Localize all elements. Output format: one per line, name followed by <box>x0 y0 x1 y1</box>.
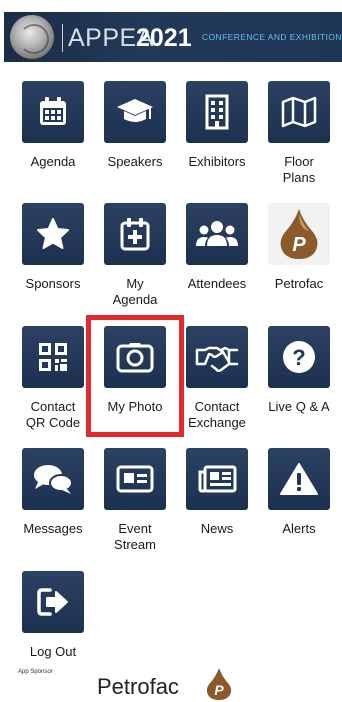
calendar-icon <box>22 81 84 143</box>
menu-item-sponsors[interactable]: Sponsors <box>12 203 94 292</box>
menu-item-label: News <box>200 521 234 536</box>
menu-item-event-stream[interactable]: Event Stream <box>94 448 176 553</box>
menu-item-contact-exchange[interactable]: Contact Exchange <box>176 326 258 431</box>
menu-item-label: Contact Exchange <box>188 399 246 430</box>
menu-item-speakers[interactable]: Speakers <box>94 81 176 170</box>
brand-tagline: CONFERENCE AND EXHIBITION <box>202 32 342 42</box>
menu-item-messages[interactable]: Messages <box>12 448 94 537</box>
menu-item-news[interactable]: News <box>176 448 258 537</box>
menu-item-label: Agenda <box>30 154 76 169</box>
menu-item-label: Petrofac <box>274 276 324 291</box>
star-icon <box>22 203 84 265</box>
svg-text:P: P <box>292 234 306 256</box>
id-card-icon <box>104 448 166 510</box>
menu-item-label: Floor Plans <box>282 154 316 185</box>
menu-item-label: Attendees <box>187 276 247 291</box>
sign-out-icon <box>22 571 84 633</box>
menu-item-label: Messages <box>23 521 83 536</box>
menu-item-live-q-and-a[interactable]: ? Live Q & A <box>258 326 340 415</box>
sponsor-name: Petrofac <box>97 674 179 699</box>
qr-code-icon <box>22 326 84 388</box>
svg-text:P: P <box>214 682 224 698</box>
newspaper-icon <box>186 448 248 510</box>
calendar-plus-icon <box>104 203 166 265</box>
menu-item-label: My Agenda <box>112 276 158 307</box>
menu-item-label: Alerts <box>282 521 316 536</box>
chat-bubbles-icon <box>22 448 84 510</box>
menu-item-floor-plans[interactable]: Floor Plans <box>258 81 340 186</box>
question-icon: ? <box>268 326 330 388</box>
sponsor-tag: App Sponsor <box>18 669 53 675</box>
users-icon <box>186 203 248 265</box>
menu-item-label: Contact QR Code <box>25 399 81 430</box>
petrofac-drop-icon: P <box>206 668 232 700</box>
warning-icon <box>268 448 330 510</box>
building-icon <box>186 81 248 143</box>
menu-item-label: Sponsors <box>25 276 81 291</box>
menu-item-label: Speakers <box>107 154 163 169</box>
handshake-icon <box>186 326 248 388</box>
menu-item-label: Live Q & A <box>268 399 330 414</box>
map-icon <box>268 81 330 143</box>
menu-item-contact-qr-code[interactable]: Contact QR Code <box>12 326 94 431</box>
graduation-cap-icon <box>104 81 166 143</box>
menu-item-agenda[interactable]: Agenda <box>12 81 94 170</box>
menu-item-my-agenda[interactable]: My Agenda <box>94 203 176 308</box>
menu-item-petrofac[interactable]: P Petrofac <box>258 203 340 292</box>
menu-item-label: Event Stream <box>114 521 156 552</box>
selection-highlight <box>86 315 184 437</box>
menu-item-label: Exhibitors <box>188 154 246 169</box>
svg-text:?: ? <box>292 345 305 370</box>
app-header-banner: APPEA 2021 CONFERENCE AND EXHIBITION <box>4 12 342 62</box>
menu-item-label: Log Out <box>29 644 77 659</box>
header-divider <box>62 24 63 52</box>
menu-item-attendees[interactable]: Attendees <box>176 203 258 292</box>
appea-logo-icon <box>10 15 54 59</box>
petrofac-logo-icon: P <box>268 203 330 265</box>
menu-item-exhibitors[interactable]: Exhibitors <box>176 81 258 170</box>
brand-year: 2021 <box>136 24 192 52</box>
menu-item-alerts[interactable]: Alerts <box>258 448 340 537</box>
menu-item-log-out[interactable]: Log Out <box>12 571 94 660</box>
